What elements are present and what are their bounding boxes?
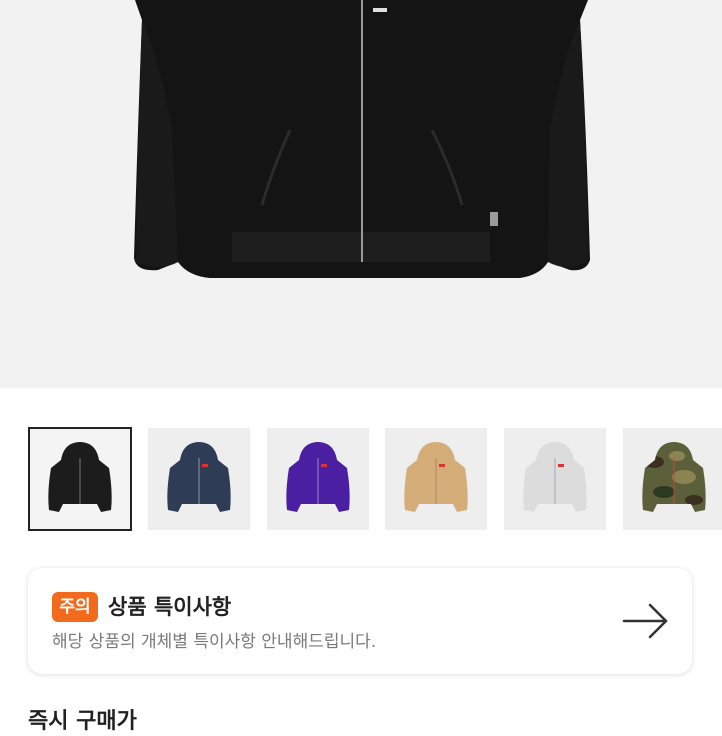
product-notice-card[interactable]: 주의 상품 특이사항 해당 상품의 개체별 특이사항 안내해드립니다. (28, 568, 692, 674)
notice-subtitle: 해당 상품의 개체별 특이사항 안내해드립니다. (52, 632, 377, 652)
thumbnail-black[interactable] (28, 427, 132, 531)
thumbnail-navy[interactable] (148, 428, 250, 530)
product-hero-image (0, 0, 722, 388)
hoodie-thumbnail-navy (167, 442, 231, 512)
hoodie-thumbnail-purple (286, 442, 350, 512)
hoodie-thumbnail-camo (642, 442, 706, 512)
hoodie-thumbnail-black (48, 442, 112, 512)
hoodie-photo (134, 0, 590, 278)
thumbnail-purple[interactable] (267, 428, 369, 530)
notice-badge: 주의 (52, 592, 98, 622)
arrow-right-icon[interactable] (622, 602, 670, 640)
notice-title: 상품 특이사항 (108, 595, 232, 619)
hoodie-thumbnail-tan (404, 442, 468, 512)
thumbnail-tan[interactable] (385, 428, 487, 530)
hoodie-thumbnail-light-grey (523, 442, 587, 512)
color-thumbnail-strip (0, 426, 722, 532)
thumbnail-light-grey[interactable] (504, 428, 606, 530)
thumbnail-camo[interactable] (623, 428, 722, 530)
instant-buy-price-heading: 즉시 구매가 (28, 709, 137, 734)
